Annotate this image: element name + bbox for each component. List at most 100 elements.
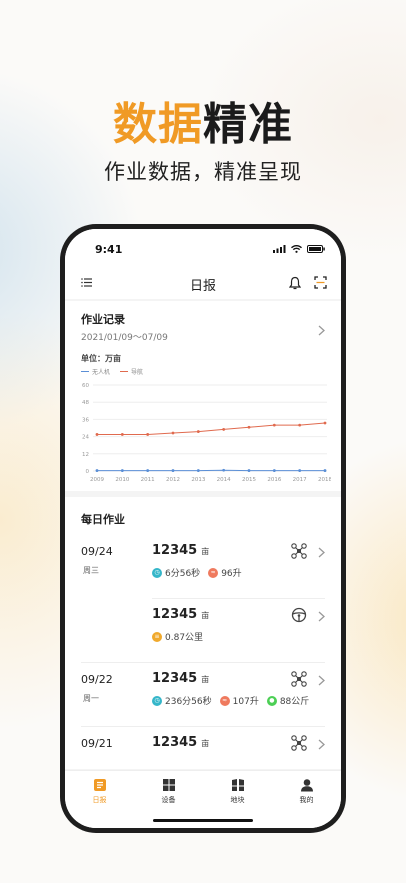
row-area-value: 12345 <box>152 543 198 558</box>
daily-work-card: 每日作业 09/24 周三 12345 亩 ◷ 6分56秒 ≈96升 12345 亩 … <box>65 497 341 769</box>
phone-screen: 9:41 日报 作业记录 2021/01/09～07/09 单位：万亩 无人机 … <box>65 229 341 828</box>
status-bar: 9:41 <box>65 229 341 269</box>
tab-devices[interactable]: 设备 <box>134 778 203 805</box>
data-point <box>120 433 124 436</box>
data-point <box>247 469 251 472</box>
work-record-card[interactable]: 作业记录 2021/01/09～07/09 单位：万亩 无人机 导航 0 12 24… <box>65 301 341 491</box>
data-point <box>95 469 99 472</box>
x-tick-label: 2016 <box>267 477 281 483</box>
daily-row[interactable]: 12345 亩 ≡ 0.87公里 <box>65 599 341 663</box>
liquid-icon: ≈ <box>208 567 219 578</box>
x-tick-label: 2012 <box>166 477 180 483</box>
row-metrics: ◷ 236分56秒 ≈107升 ● 88公斤 <box>152 694 309 707</box>
chevron-right-icon[interactable] <box>318 547 325 558</box>
status-time: 9:41 <box>95 243 123 256</box>
drone-icon <box>291 543 307 559</box>
row-date: 09/22 <box>81 673 113 686</box>
chevron-right-icon[interactable] <box>318 739 325 750</box>
metric-liquid-value: 107升 <box>232 697 259 707</box>
metric-time: ◷ 6分56秒 <box>152 566 200 579</box>
data-point <box>196 430 200 433</box>
data-point <box>298 469 302 472</box>
tab-label: 地块 <box>230 796 245 804</box>
metric-liquid: ≈96升 <box>208 566 242 579</box>
chart-legend: 无人机 导航 <box>81 367 143 376</box>
tab-label: 设备 <box>161 796 176 804</box>
x-tick-label: 2009 <box>90 477 104 483</box>
row-area-value: 12345 <box>152 735 198 750</box>
metric-distance: ≡ 0.87公里 <box>152 630 203 643</box>
tab-daily-report[interactable]: 日报 <box>65 778 134 805</box>
record-title: 作业记录 <box>81 313 125 326</box>
tab-label: 我的 <box>299 796 314 804</box>
signal-icon <box>273 245 286 253</box>
clock-icon: ◷ <box>152 695 162 706</box>
data-point <box>146 433 150 436</box>
bell-icon[interactable] <box>289 276 301 290</box>
x-tick-label: 2011 <box>141 477 155 483</box>
nav-bar: 日报 <box>65 269 341 299</box>
data-point <box>171 431 175 435</box>
data-point <box>120 469 124 472</box>
legend-swatch-uav <box>81 370 89 373</box>
line-chart: 0 12 24 36 48 60 2009 2010 2011 2012 2013 2014 2015 2… <box>82 383 331 483</box>
y-tick-label: 12 <box>82 452 89 458</box>
x-tick-label: 2015 <box>242 477 256 483</box>
metric-weight-value: 88公斤 <box>279 697 310 707</box>
data-point <box>247 425 251 429</box>
system-icons <box>273 245 325 253</box>
clock-icon: ◷ <box>152 567 162 578</box>
data-point <box>196 469 200 472</box>
scan-icon[interactable] <box>314 276 327 289</box>
tab-bar: 日报 设备 地块 我的 <box>65 770 341 828</box>
data-point <box>95 433 99 436</box>
row-area: 12345 亩 <box>152 671 209 686</box>
data-point <box>323 421 327 425</box>
daily-row[interactable]: 09/21 12345 亩 <box>65 727 341 769</box>
hero-title: 数据精准 <box>0 88 406 152</box>
row-area-unit: 亩 <box>201 675 210 684</box>
series-line-1 <box>97 422 326 435</box>
row-area-unit: 亩 <box>201 547 210 556</box>
x-tick-label: 2018 <box>318 477 331 483</box>
row-date: 09/21 <box>81 737 113 750</box>
chevron-right-icon[interactable] <box>318 325 325 336</box>
x-tick-label: 2017 <box>293 477 307 483</box>
data-point <box>272 423 276 427</box>
row-area-unit: 亩 <box>201 739 210 748</box>
data-point <box>272 469 276 472</box>
row-metrics: ≡ 0.87公里 <box>152 630 203 643</box>
legend-label-uav: 无人机 <box>92 369 111 376</box>
metric-time: ◷ 236分56秒 <box>152 694 212 707</box>
row-area-unit: 亩 <box>201 611 210 620</box>
chevron-right-icon[interactable] <box>318 675 325 686</box>
data-point <box>222 428 226 431</box>
daily-row[interactable]: 09/22 周一 12345 亩 ◷ 236分56秒 ≈107升 ● 88公斤 <box>65 663 341 727</box>
x-tick-label: 2013 <box>191 477 205 483</box>
y-tick-label: 60 <box>82 383 89 389</box>
daily-row[interactable]: 09/24 周三 12345 亩 ◷ 6分56秒 ≈96升 <box>65 535 341 599</box>
y-tick-label: 0 <box>86 469 90 475</box>
drone-icon <box>291 735 307 751</box>
tab-profile[interactable]: 我的 <box>272 778 341 805</box>
hero-title-rest: 精准 <box>203 99 293 150</box>
field-icon <box>231 779 244 791</box>
row-metrics: ◷ 6分56秒 ≈96升 <box>152 566 242 579</box>
metric-weight: ● 88公斤 <box>266 694 310 707</box>
weight-icon: ● <box>266 695 277 706</box>
legend-item-uav: 无人机 <box>81 367 110 376</box>
battery-icon <box>307 245 325 253</box>
wifi-icon <box>291 245 302 253</box>
legend-label-nav: 导航 <box>131 369 144 376</box>
chevron-right-icon[interactable] <box>318 611 325 622</box>
phone-frame: 9:41 日报 作业记录 2021/01/09～07/09 单位：万亩 无人机 … <box>60 224 346 833</box>
data-point <box>146 469 150 472</box>
y-tick-label: 24 <box>82 435 89 441</box>
legend-item-nav: 导航 <box>120 367 143 376</box>
legend-swatch-nav <box>120 370 129 373</box>
tab-fields[interactable]: 地块 <box>203 778 272 805</box>
chart-unit-label: 单位：万亩 <box>81 354 121 363</box>
row-weekday: 周三 <box>83 566 99 575</box>
metric-time-value: 236分56秒 <box>165 697 212 707</box>
x-tick-label: 2014 <box>217 477 231 483</box>
